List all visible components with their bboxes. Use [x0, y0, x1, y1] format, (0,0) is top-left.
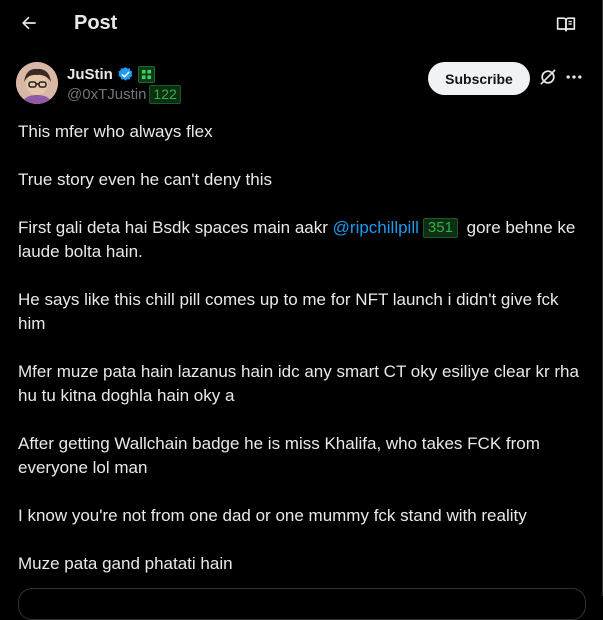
subscribe-button[interactable]: Subscribe — [428, 62, 530, 95]
tweet-paragraph: He says like this chill pill comes up to… — [18, 290, 559, 333]
reader-mode-button[interactable] — [554, 14, 578, 38]
grok-button[interactable] — [537, 68, 559, 90]
post-header: Post — [0, 0, 602, 50]
tweet-text-segment: First gali deta hai Bsdk spaces main aak… — [18, 218, 333, 237]
open-book-icon — [556, 14, 576, 39]
author-handle[interactable]: @0xTJustin — [67, 86, 146, 103]
tweet-paragraph: First gali deta hai Bsdk spaces main aak… — [18, 216, 588, 264]
mention-score-badge: 351 — [422, 218, 458, 238]
tweet-paragraph: True story even he can't deny this — [18, 170, 272, 189]
author-name-row: JuStin — [67, 64, 155, 84]
more-options-button[interactable] — [563, 68, 585, 90]
arrow-left-icon — [19, 13, 39, 38]
page-title: Post — [74, 12, 118, 34]
back-button[interactable] — [16, 12, 42, 38]
author-handle-row: @0xTJustin 122 — [67, 84, 181, 104]
author-display-name[interactable]: JuStin — [67, 66, 113, 83]
tweet-paragraph: Mfer muze pata hain lazanus hain idc any… — [18, 362, 579, 405]
more-horizontal-icon — [564, 67, 584, 92]
grok-icon — [538, 67, 558, 92]
affiliate-badge-icon[interactable] — [137, 65, 155, 83]
tweet-paragraph: After getting Wallchain badge he is miss… — [18, 434, 540, 477]
tweet-paragraph: I know you're not from one dad or one mu… — [18, 506, 527, 525]
mention-link[interactable]: @ripchillpill — [333, 218, 419, 237]
avatar[interactable] — [16, 62, 58, 104]
author-score-badge: 122 — [149, 84, 181, 104]
tweet-paragraph: This mfer who always flex — [18, 122, 213, 141]
tweet-text: This mfer who always flex True story eve… — [18, 120, 588, 600]
quoted-card-edge[interactable] — [18, 588, 586, 620]
tweet-paragraph: Muze pata gand phatati hain — [18, 554, 233, 573]
verified-badge-icon[interactable] — [117, 66, 134, 83]
